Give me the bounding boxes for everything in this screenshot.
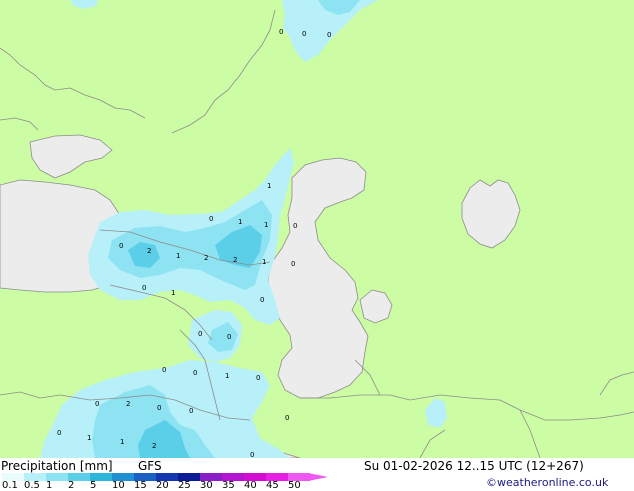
map-value: 0 — [327, 31, 331, 39]
color-tick-label: 45 — [266, 480, 279, 491]
color-tick-label: 0.5 — [24, 480, 40, 491]
map-value: 0 — [285, 414, 289, 422]
map-value: 0 — [279, 28, 283, 36]
map-value: 0 — [57, 429, 61, 437]
map-value: 1 — [225, 372, 229, 380]
map-value: 1 — [238, 218, 242, 226]
map-value: 0 — [142, 284, 146, 292]
map-value: 1 — [267, 182, 271, 190]
map-value: 0 — [293, 222, 297, 230]
map-value: 2 — [233, 256, 237, 264]
color-tick-label: 1 — [46, 480, 53, 491]
map-value: 1 — [176, 252, 180, 260]
color-tick-label: 0.1 — [2, 480, 18, 491]
color-tick-label: 35 — [222, 480, 235, 491]
valid-datetime: Su 01-02-2026 12..15 UTC (12+267) — [364, 459, 584, 473]
map-value: 2 — [152, 442, 156, 450]
model-name: GFS — [138, 459, 162, 473]
map-value: 1 — [171, 289, 175, 297]
map-value: 2 — [126, 400, 130, 408]
map-value: 2 — [204, 254, 208, 262]
color-tick-label: 30 — [200, 480, 213, 491]
map-value: 0 — [189, 407, 193, 415]
color-tick-label: 40 — [244, 480, 257, 491]
map-title: Precipitation [mm] — [1, 459, 113, 473]
map-value: 0 — [302, 30, 306, 38]
color-tick-label: 2 — [68, 480, 75, 491]
color-tick-label: 5 — [90, 480, 97, 491]
color-tick-label: 20 — [156, 480, 169, 491]
map-value: 0 — [250, 451, 254, 458]
map-value: 0 — [157, 404, 161, 412]
map-value: 0 — [260, 296, 264, 304]
color-tick-label: 15 — [134, 480, 147, 491]
credit-link[interactable]: ©weatheronline.co.uk — [486, 476, 608, 489]
color-tick-label: 50 — [288, 480, 301, 491]
precipitation-map: 0 0 0 1 0 1 1 0 0 2 1 2 2 1 0 0 1 0 0 0 … — [0, 0, 634, 458]
map-value: 0 — [193, 369, 197, 377]
color-tick-label: 10 — [112, 480, 125, 491]
map-value: 0 — [256, 374, 260, 382]
map-value: 2 — [147, 247, 151, 255]
map-value: 0 — [119, 242, 123, 250]
color-scale-arrow — [308, 473, 328, 481]
map-value: 1 — [120, 438, 124, 446]
map-value: 1 — [87, 434, 91, 442]
map-value: 0 — [227, 333, 231, 341]
map-value: 0 — [198, 330, 202, 338]
map-value: 1 — [264, 221, 268, 229]
map-value: 0 — [95, 400, 99, 408]
color-tick-label: 25 — [178, 480, 191, 491]
map-value: 0 — [162, 366, 166, 374]
map-value: 1 — [262, 258, 266, 266]
map-value: 0 — [291, 260, 295, 268]
map-value: 0 — [209, 215, 213, 223]
